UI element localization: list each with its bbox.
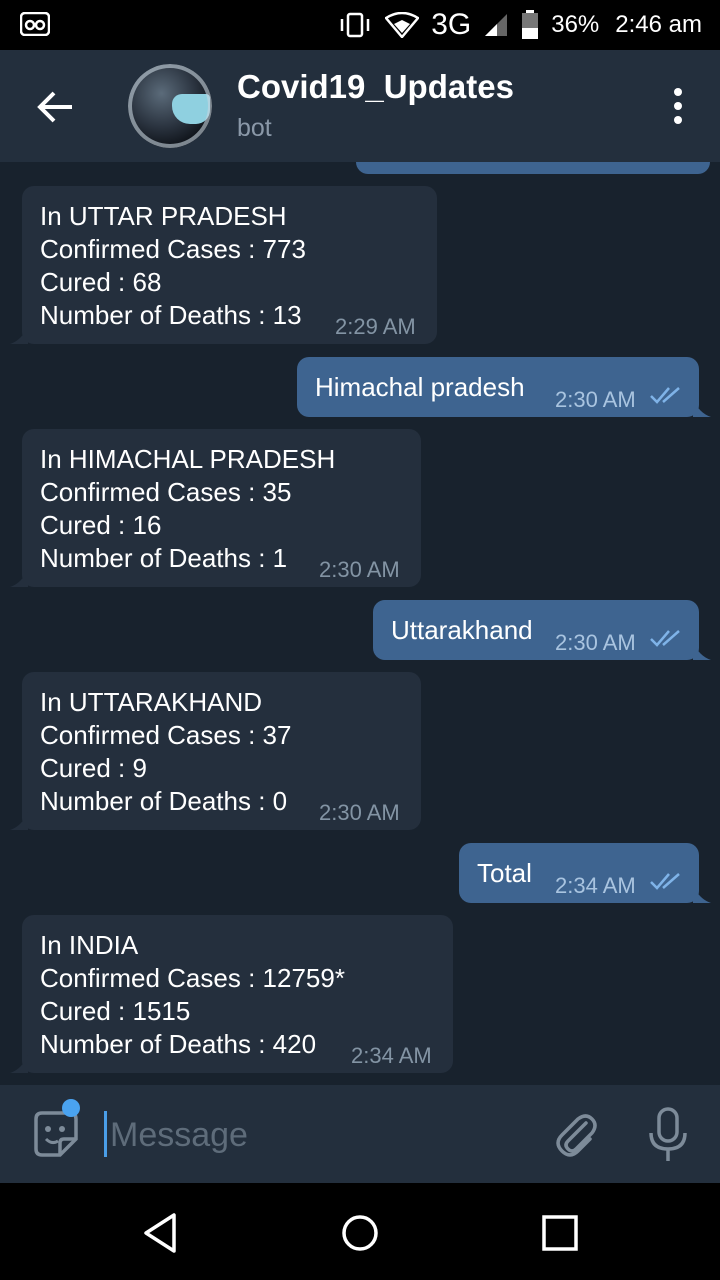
message-composer: [0, 1085, 720, 1183]
message-text-line: In INDIA: [40, 930, 139, 960]
message-text-line: In UTTARAKHAND: [40, 687, 262, 717]
nav-recents-icon[interactable]: [538, 1211, 582, 1255]
message-text-line: Confirmed Cases : 12759*: [40, 963, 345, 993]
chat-title[interactable]: Covid19_Updates: [237, 68, 514, 106]
message-bubble-incoming[interactable]: In UTTARAKHAND Confirmed Cases : 37 Cure…: [22, 672, 421, 830]
message-text-line: Confirmed Cases : 35: [40, 477, 292, 507]
nav-home-icon[interactable]: [338, 1211, 382, 1255]
bubble-tail: [10, 326, 28, 344]
battery-icon: [522, 10, 539, 39]
microphone-icon[interactable]: [646, 1107, 690, 1163]
signal-icon: [485, 14, 508, 36]
message-bubble-incoming[interactable]: In INDIA Confirmed Cases : 12759* Cured …: [22, 915, 453, 1073]
message-text-line: In UTTAR PRADESH: [40, 201, 287, 231]
message-bubble-outgoing[interactable]: [356, 162, 710, 174]
battery-percent: 36%: [551, 11, 600, 38]
message-time: 2:30 AM: [555, 387, 636, 412]
nav-back-icon[interactable]: [140, 1211, 184, 1255]
message-input[interactable]: [108, 1107, 532, 1163]
message-text-line: Cured : 9: [40, 753, 147, 783]
read-checkmarks-icon: [650, 873, 680, 890]
read-checkmarks-icon: [650, 630, 680, 647]
chat-subtitle: bot: [237, 114, 272, 142]
message-text-line: Number of Deaths : 420: [40, 1029, 317, 1059]
read-checkmarks-icon: [650, 387, 680, 404]
bubble-tail: [693, 399, 711, 417]
message-text-line: Number of Deaths : 1: [40, 543, 288, 573]
message-time: 2:34 AM: [351, 1043, 432, 1068]
message-bubble-outgoing[interactable]: Total 2:34 AM: [459, 843, 699, 903]
bot-avatar[interactable]: [128, 64, 212, 148]
message-text-line: Himachal pradesh: [315, 372, 525, 402]
attach-paperclip-icon[interactable]: [552, 1109, 600, 1161]
app-notification-icon: [20, 12, 50, 36]
bubble-tail: [693, 642, 711, 660]
message-bubble-outgoing[interactable]: Himachal pradesh 2:30 AM: [297, 357, 699, 417]
message-time: 2:30 AM: [319, 800, 400, 825]
status-bar: 3G 36% 2:46 am: [0, 0, 720, 50]
message-text-line: Number of Deaths : 0: [40, 786, 288, 816]
message-text-line: Cured : 1515: [40, 996, 191, 1026]
message-text-line: Confirmed Cases : 773: [40, 234, 306, 264]
message-time: 2:34 AM: [555, 873, 636, 898]
message-text-line: Confirmed Cases : 37: [40, 720, 292, 750]
message-bubble-incoming[interactable]: In HIMACHAL PRADESH Confirmed Cases : 35…: [22, 429, 421, 587]
message-time: 2:30 AM: [319, 557, 400, 582]
message-text-line: Cured : 68: [40, 267, 162, 297]
chat-header: Covid19_Updates bot: [0, 50, 720, 162]
sticker-emoji-icon[interactable]: [30, 1109, 82, 1161]
message-text-line: In HIMACHAL PRADESH: [40, 444, 336, 474]
system-nav-bar: [0, 1183, 720, 1280]
clock: 2:46 am: [615, 11, 702, 38]
bubble-tail: [10, 1055, 28, 1073]
more-options-icon[interactable]: [666, 86, 690, 126]
network-type: 3G: [431, 8, 472, 41]
message-text-line: Total: [477, 858, 532, 888]
message-list[interactable]: In UTTAR PRADESH Confirmed Cases : 773 C…: [0, 162, 720, 1085]
wifi-icon: [385, 12, 420, 38]
bubble-tail: [10, 812, 28, 830]
back-arrow-icon[interactable]: [30, 84, 80, 130]
bubble-tail: [10, 569, 28, 587]
vibrate-icon: [340, 12, 370, 38]
message-text-line: Cured : 16: [40, 510, 162, 540]
message-text-line: Number of Deaths : 13: [40, 300, 302, 330]
message-bubble-outgoing[interactable]: Uttarakhand 2:30 AM: [373, 600, 699, 660]
text-cursor: [104, 1111, 107, 1157]
message-time: 2:30 AM: [555, 630, 636, 655]
message-bubble-incoming[interactable]: In UTTAR PRADESH Confirmed Cases : 773 C…: [22, 186, 437, 344]
message-time: 2:29 AM: [335, 314, 416, 339]
notification-dot: [62, 1099, 80, 1117]
bubble-tail: [693, 885, 711, 903]
message-text-line: Uttarakhand: [391, 615, 533, 645]
